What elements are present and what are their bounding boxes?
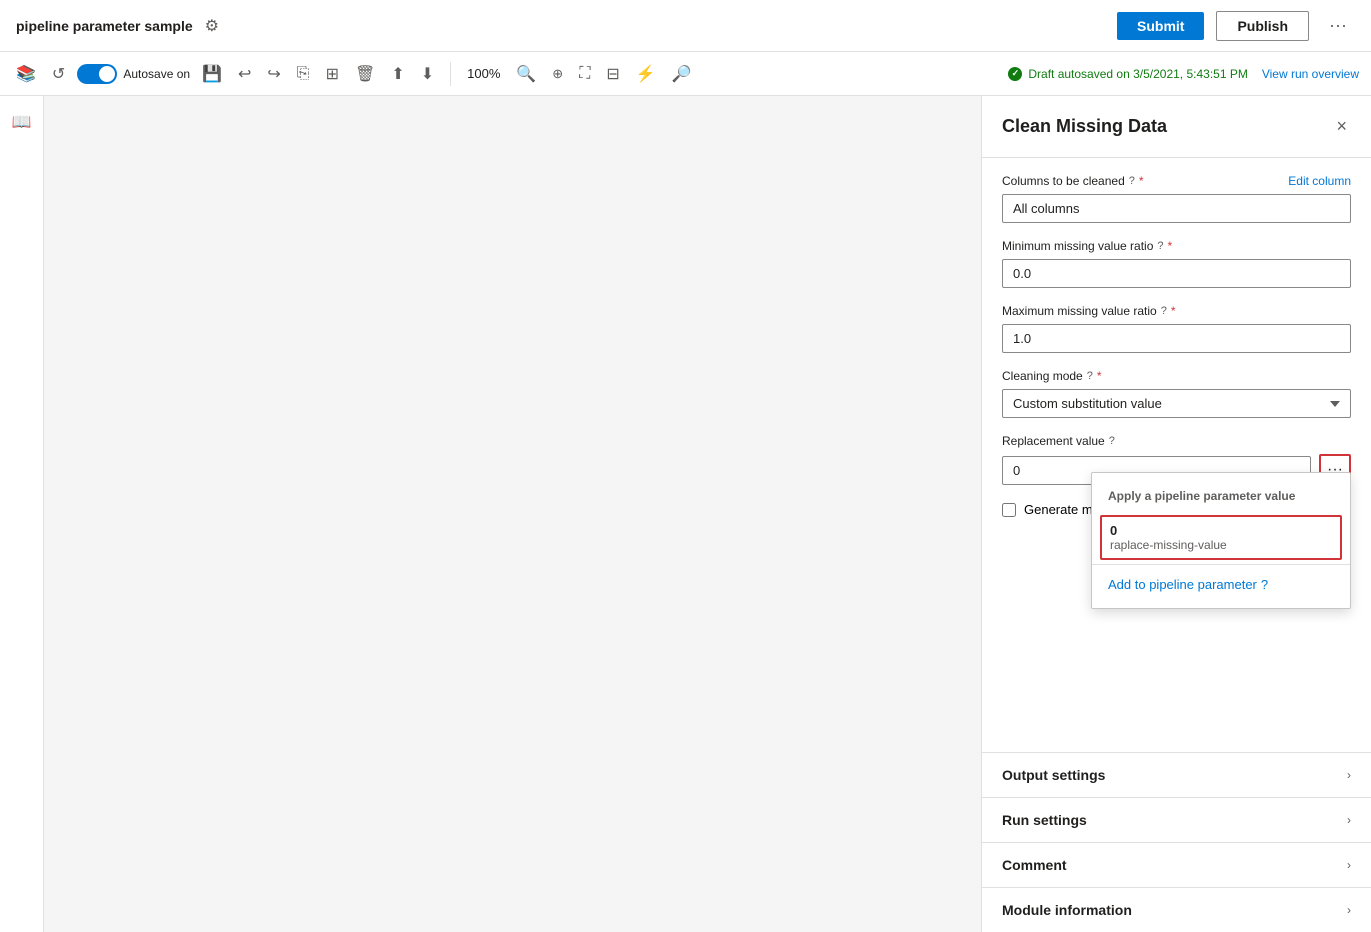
more-options-button[interactable]: ··· xyxy=(1321,11,1355,40)
max-ratio-input[interactable] xyxy=(1002,324,1351,353)
main-layout: 📖 xyxy=(0,96,1371,932)
top-bar: pipeline parameter sample ⚙ Submit Publi… xyxy=(0,0,1371,52)
gear-icon[interactable]: ⚙ xyxy=(205,16,219,36)
columns-field-group: Columns to be cleaned ? * Edit column xyxy=(1002,174,1351,223)
add-pipeline-param-link[interactable]: Add to pipeline parameter ? xyxy=(1092,569,1350,600)
submit-button[interactable]: Submit xyxy=(1117,12,1204,40)
min-ratio-help-icon[interactable]: ? xyxy=(1157,240,1163,252)
layout-icon[interactable]: ⊞ xyxy=(322,60,343,88)
columns-input[interactable] xyxy=(1002,194,1351,223)
app-title: pipeline parameter sample xyxy=(16,18,193,34)
replacement-field-group: Replacement value ? ··· Apply a pipeline… xyxy=(1002,434,1351,486)
replacement-help-icon[interactable]: ? xyxy=(1109,435,1115,447)
canvas-wrapper: 🗄 Dataset1 📥 Import Data 🧹 Clean Missing… xyxy=(44,96,981,932)
dropdown-selected-item[interactable]: 0 raplace-missing-value xyxy=(1100,515,1342,560)
library-icon[interactable]: 📚 xyxy=(12,60,40,88)
autosave-toggle-container: Autosave on xyxy=(77,64,190,84)
undo-icon[interactable]: ↩ xyxy=(234,60,255,88)
redo-icon[interactable]: ↪ xyxy=(263,60,284,88)
min-ratio-input[interactable] xyxy=(1002,259,1351,288)
run-settings-chevron: › xyxy=(1347,813,1351,827)
comment-chevron: › xyxy=(1347,858,1351,872)
cleaning-mode-field-group: Cleaning mode ? * Custom substitution va… xyxy=(1002,369,1351,418)
min-ratio-field-group: Minimum missing value ratio ? * xyxy=(1002,239,1351,288)
zoom-in-icon[interactable]: ⊕ xyxy=(548,62,567,86)
toolbar: 📚 ↺ Autosave on 💾 ↩ ↪ ⎘ ⊞ 🗑 ⬆ ⬇ 100% 🔍 ⊕… xyxy=(0,52,1371,96)
copy-icon[interactable]: ⎘ xyxy=(293,61,314,87)
autosave-status: Draft autosaved on 3/5/2021, 5:43:51 PM … xyxy=(1008,67,1359,81)
sep1 xyxy=(450,62,451,86)
status-dot xyxy=(1008,67,1022,81)
lightning-icon[interactable]: ⚡ xyxy=(632,60,660,88)
search-icon[interactable]: 🔎 xyxy=(668,60,696,88)
output-settings-section[interactable]: Output settings › xyxy=(982,752,1371,797)
fit-icon[interactable]: ⛶ xyxy=(575,61,594,87)
panel-body: Columns to be cleaned ? * Edit column Mi… xyxy=(982,158,1371,752)
replacement-label: Replacement value ? xyxy=(1002,434,1351,448)
publish-button[interactable]: Publish xyxy=(1216,11,1309,41)
dropdown-header: Apply a pipeline parameter value xyxy=(1092,481,1350,511)
close-panel-button[interactable]: × xyxy=(1332,112,1351,141)
autosave-status-text: Draft autosaved on 3/5/2021, 5:43:51 PM xyxy=(1028,67,1247,81)
delete-icon[interactable]: 🗑 xyxy=(351,60,379,88)
autosave-label: Autosave on xyxy=(123,67,190,81)
columns-label: Columns to be cleaned ? * Edit column xyxy=(1002,174,1351,188)
output-settings-label: Output settings xyxy=(1002,767,1105,783)
pipeline-param-dropdown: Apply a pipeline parameter value 0 rapla… xyxy=(1091,472,1351,609)
autosave-toggle[interactable] xyxy=(77,64,117,84)
dropdown-selected-label: raplace-missing-value xyxy=(1110,538,1332,552)
dropdown-selected-value: 0 xyxy=(1110,523,1332,538)
zoom-out-icon[interactable]: 🔍 xyxy=(512,60,540,88)
max-ratio-field-group: Maximum missing value ratio ? * xyxy=(1002,304,1351,353)
run-settings-section[interactable]: Run settings › xyxy=(982,797,1371,842)
cleaning-mode-required: * xyxy=(1097,369,1102,383)
comment-label: Comment xyxy=(1002,857,1067,873)
export-icon[interactable]: ⬇ xyxy=(417,60,438,88)
edit-column-link[interactable]: Edit column xyxy=(1288,174,1351,188)
run-settings-label: Run settings xyxy=(1002,812,1087,828)
min-ratio-label: Minimum missing value ratio ? * xyxy=(1002,239,1351,253)
comment-section[interactable]: Comment › xyxy=(982,842,1371,887)
refresh-icon[interactable]: ↺ xyxy=(48,60,69,88)
sidebar-library-icon[interactable]: 📖 xyxy=(4,104,40,140)
max-ratio-help-icon[interactable]: ? xyxy=(1161,305,1167,317)
max-ratio-label: Maximum missing value ratio ? * xyxy=(1002,304,1351,318)
view-run-link[interactable]: View run overview xyxy=(1262,67,1359,81)
cleaning-mode-help-icon[interactable]: ? xyxy=(1087,370,1093,382)
add-pipeline-param-label: Add to pipeline parameter xyxy=(1108,577,1257,592)
right-panel: Clean Missing Data × Columns to be clean… xyxy=(981,96,1371,932)
columns-required: * xyxy=(1139,174,1144,188)
panel-header: Clean Missing Data × xyxy=(982,96,1371,158)
generate-checkbox[interactable] xyxy=(1002,503,1016,517)
panel-title: Clean Missing Data xyxy=(1002,116,1167,137)
module-info-chevron: › xyxy=(1347,903,1351,917)
zoom-level[interactable]: 100% xyxy=(463,66,504,81)
module-info-label: Module information xyxy=(1002,902,1132,918)
import-icon[interactable]: ⬆ xyxy=(387,60,408,88)
columns-help-icon[interactable]: ? xyxy=(1129,175,1135,187)
module-info-section[interactable]: Module information › xyxy=(982,887,1371,932)
left-sidebar: 📖 xyxy=(0,96,44,932)
max-ratio-required: * xyxy=(1171,304,1176,318)
save-icon[interactable]: 💾 xyxy=(198,60,226,88)
dropdown-divider xyxy=(1092,564,1350,565)
cleaning-mode-label: Cleaning mode ? * xyxy=(1002,369,1351,383)
output-settings-chevron: › xyxy=(1347,768,1351,782)
grid-icon[interactable]: ⊟ xyxy=(602,60,623,88)
cleaning-mode-select[interactable]: Custom substitution value Replace with m… xyxy=(1002,389,1351,418)
add-pipeline-help-icon[interactable]: ? xyxy=(1261,577,1268,592)
min-ratio-required: * xyxy=(1168,239,1173,253)
